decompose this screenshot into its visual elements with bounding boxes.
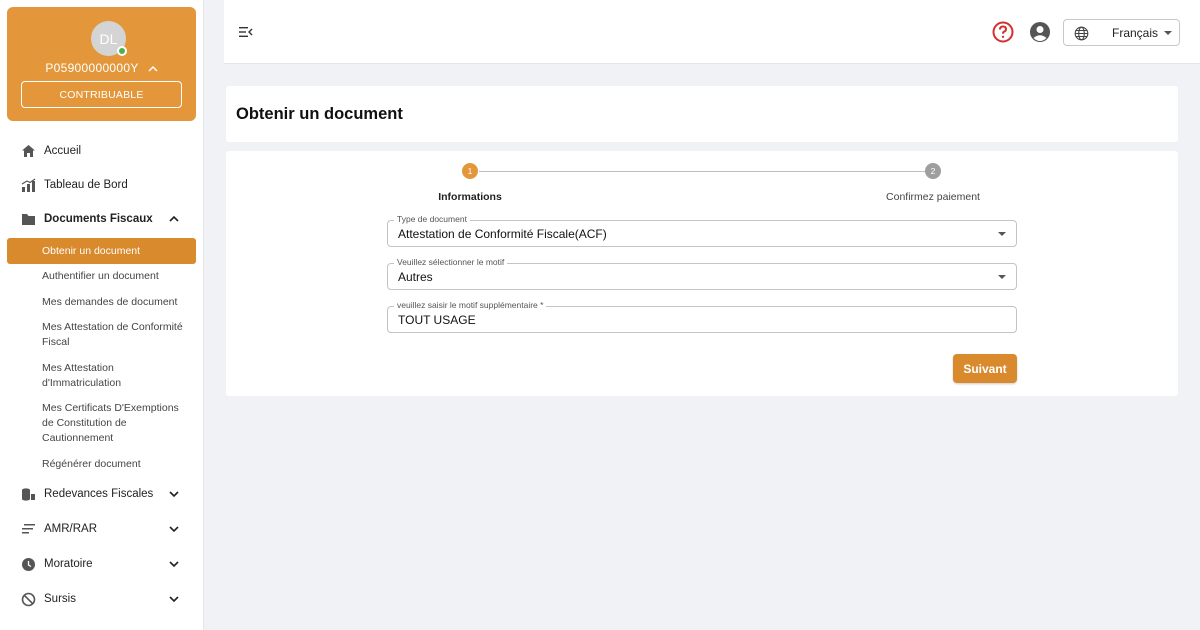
step-1-indicator: 1 [462, 163, 478, 179]
motif-supplementaire-label: veuillez saisir le motif supplémentaire … [394, 300, 547, 310]
motif-label: Veuillez sélectionner le motif [394, 257, 508, 267]
sidebar-item-label: Sursis [44, 593, 76, 605]
globe-icon [1074, 26, 1089, 41]
topbar: Français [224, 0, 1200, 64]
sidebar-item-label: Accueil [44, 145, 82, 157]
document-type-label: Type de document [394, 214, 470, 224]
page-title: Obtenir un document [236, 105, 403, 123]
sidebar-subitem-authentifier-document[interactable]: Authentifier un document [42, 269, 192, 284]
sidebar-item-sursis[interactable]: Sursis [0, 591, 204, 607]
motif-value: Autres [398, 270, 433, 284]
sidebar-item-label: Documents Fiscaux [44, 213, 153, 225]
motif-select[interactable]: Veuillez sélectionner le motif Autres [387, 257, 1017, 290]
sidebar-subitem-mes-attestation-immatriculation[interactable]: Mes Attestation d'Immatriculation [42, 361, 162, 391]
folder-icon [21, 212, 36, 227]
step-2-indicator: 2 [925, 163, 941, 179]
sidebar-subitem-obtenir-document[interactable]: Obtenir un document [7, 238, 196, 264]
home-icon [21, 144, 36, 159]
role-button[interactable]: CONTRIBUABLE [21, 81, 182, 108]
sidebar: DL P05900000000Y CONTRIBUABLE Accueil Ta… [0, 0, 204, 630]
page-title-card: Obtenir un document [226, 86, 1178, 142]
list-icon [21, 522, 36, 537]
avatar-initials: DL [99, 30, 118, 47]
chevron-down-icon [168, 593, 180, 605]
coins-icon [21, 487, 36, 502]
sidebar-subitem-mes-demandes[interactable]: Mes demandes de document [42, 295, 192, 310]
sidebar-item-tableau-de-bord[interactable]: Tableau de Bord [0, 177, 204, 193]
help-icon[interactable] [992, 21, 1014, 43]
sidebar-item-label: AMR/RAR [44, 523, 98, 535]
sidebar-item-label: Moratoire [44, 558, 93, 570]
chevron-down-icon [168, 558, 180, 570]
motif-supplementaire-value: TOUT USAGE [398, 313, 476, 327]
profile-card: DL P05900000000Y CONTRIBUABLE [7, 7, 196, 121]
chevron-up-icon [168, 213, 180, 225]
caret-down-icon [998, 232, 1006, 236]
user-id-label: P05900000000Y [45, 61, 139, 75]
step-1-label: Informations [438, 191, 502, 203]
caret-down-icon [1164, 31, 1172, 35]
language-select[interactable]: Français [1063, 19, 1180, 46]
user-id-toggle[interactable]: P05900000000Y [7, 61, 196, 75]
sidebar-subitem-mes-attestation-conformite[interactable]: Mes Attestation de Conformité Fiscal [42, 320, 192, 350]
sidebar-subitem-regenerer-document[interactable]: Régénérer document [42, 457, 192, 472]
sidebar-subitem-mes-certificats[interactable]: Mes Certificats D'Exemptions de Constitu… [42, 401, 187, 446]
sidebar-item-moratoire[interactable]: Moratoire [0, 556, 204, 572]
chevron-up-icon [148, 63, 158, 75]
sidebar-item-label: Tableau de Bord [44, 179, 128, 191]
avatar[interactable]: DL [91, 21, 127, 56]
sidebar-item-amr-rar[interactable]: AMR/RAR [0, 521, 204, 537]
next-button[interactable]: Suivant [953, 354, 1017, 383]
document-type-value: Attestation de Conformité Fiscale(ACF) [398, 227, 607, 241]
sidebar-item-documents-fiscaux[interactable]: Documents Fiscaux [0, 211, 204, 227]
language-label: Français [1112, 26, 1159, 40]
document-type-select[interactable]: Type de document Attestation de Conformi… [387, 214, 1017, 247]
online-status-icon [117, 46, 127, 56]
sidebar-item-accueil[interactable]: Accueil [0, 143, 204, 159]
sidebar-item-redevances-fiscales[interactable]: Redevances Fiscales [0, 486, 204, 502]
stepper-connector [479, 171, 925, 172]
motif-supplementaire-input[interactable]: veuillez saisir le motif supplémentaire … [387, 300, 1017, 333]
sidebar-item-label: Redevances Fiscales [44, 488, 154, 500]
account-icon[interactable] [1029, 21, 1051, 43]
chevron-down-icon [168, 488, 180, 500]
chevron-down-icon [168, 523, 180, 535]
caret-down-icon [998, 275, 1006, 279]
clock-icon [21, 557, 36, 572]
bar-chart-icon [21, 178, 36, 193]
form-card: 1 2 Informations Confirmez paiement Type… [226, 151, 1178, 396]
block-icon [21, 592, 36, 607]
menu-collapse-icon[interactable] [238, 24, 254, 40]
step-2-label: Confirmez paiement [886, 191, 980, 203]
